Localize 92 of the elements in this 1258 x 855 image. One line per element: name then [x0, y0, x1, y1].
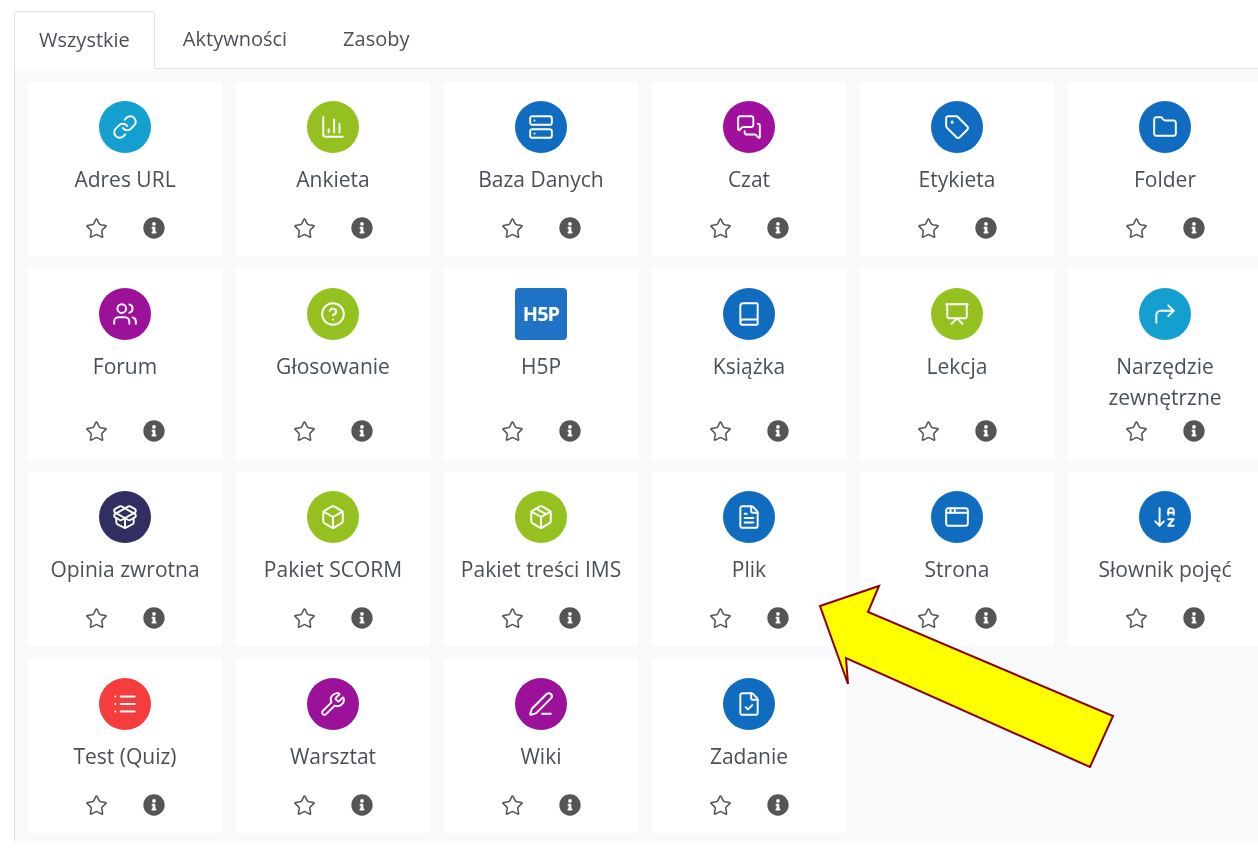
activity-card[interactable]: Plik: [652, 472, 846, 646]
activity-card[interactable]: Test (Quiz): [28, 659, 222, 833]
info-button[interactable]: [766, 606, 790, 630]
activity-card[interactable]: Forum: [28, 269, 222, 459]
star-button[interactable]: [1124, 419, 1148, 443]
tab[interactable]: Aktywności: [154, 10, 316, 68]
activity-card[interactable]: Adres URL: [28, 82, 222, 256]
info-button[interactable]: [974, 606, 998, 630]
star-button[interactable]: [916, 606, 940, 630]
star-button[interactable]: [708, 419, 732, 443]
info-button[interactable]: [974, 216, 998, 240]
star-button[interactable]: [916, 419, 940, 443]
activity-card[interactable]: Opinia zwrotna: [28, 472, 222, 646]
activity-name: Lekcja: [925, 351, 989, 382]
activity-name: H5P: [519, 351, 563, 382]
activity-name: Etykieta: [917, 164, 997, 195]
activity-name: Plik: [730, 554, 768, 585]
star-button[interactable]: [84, 606, 108, 630]
star-button[interactable]: [84, 216, 108, 240]
info-button[interactable]: [350, 606, 374, 630]
star-button[interactable]: [708, 793, 732, 817]
activity-name: Folder: [1133, 164, 1197, 195]
star-button[interactable]: [500, 419, 524, 443]
info-button[interactable]: [142, 606, 166, 630]
activity-card[interactable]: Słownik pojęć: [1068, 472, 1258, 646]
star-button[interactable]: [292, 419, 316, 443]
activity-name: Forum: [91, 351, 159, 382]
info-button[interactable]: [558, 793, 582, 817]
info-button[interactable]: [350, 419, 374, 443]
activity-name: Ankieta: [295, 164, 371, 195]
activity-name: Test (Quiz): [72, 741, 178, 772]
activity-card[interactable]: Wiki: [444, 659, 638, 833]
activity-card[interactable]: Pakiet SCORM: [236, 472, 430, 646]
activity-name: Narzędzie zewnętrzne: [1107, 351, 1223, 413]
h5p-logo: H5P: [515, 288, 567, 340]
star-button[interactable]: [84, 793, 108, 817]
star-button[interactable]: [1124, 606, 1148, 630]
activity-card[interactable]: Zadanie: [652, 659, 846, 833]
info-button[interactable]: [558, 419, 582, 443]
star-button[interactable]: [292, 606, 316, 630]
activity-card[interactable]: Pakiet treści IMS: [444, 472, 638, 646]
info-button[interactable]: [974, 419, 998, 443]
activity-card[interactable]: Ankieta: [236, 82, 430, 256]
activity-card[interactable]: Lekcja: [860, 269, 1054, 459]
activity-card[interactable]: Warsztat: [236, 659, 430, 833]
info-button[interactable]: [350, 216, 374, 240]
activity-name: Opinia zwrotna: [49, 554, 201, 585]
info-button[interactable]: [1182, 216, 1206, 240]
star-button[interactable]: [84, 419, 108, 443]
star-button[interactable]: [500, 793, 524, 817]
activity-card[interactable]: Baza Danych: [444, 82, 638, 256]
activity-name: Strona: [923, 554, 991, 585]
activity-name: Książka: [711, 351, 787, 382]
activity-name: Słownik pojęć: [1097, 554, 1233, 585]
info-button[interactable]: [142, 419, 166, 443]
activity-card[interactable]: Folder: [1068, 82, 1258, 256]
activity-name: Baza Danych: [477, 164, 605, 195]
activity-name: Wiki: [519, 741, 563, 772]
activity-card[interactable]: Książka: [652, 269, 846, 459]
star-button[interactable]: [916, 216, 940, 240]
star-button[interactable]: [1124, 216, 1148, 240]
info-button[interactable]: [558, 216, 582, 240]
info-button[interactable]: [1182, 606, 1206, 630]
activity-card[interactable]: Czat: [652, 82, 846, 256]
info-button[interactable]: [766, 419, 790, 443]
activity-card[interactable]: Etykieta: [860, 82, 1054, 256]
info-button[interactable]: [1182, 419, 1206, 443]
activity-card[interactable]: Głosowanie: [236, 269, 430, 459]
activity-card[interactable]: Narzędzie zewnętrzne: [1068, 269, 1258, 459]
star-button[interactable]: [708, 216, 732, 240]
activity-card[interactable]: Strona: [860, 472, 1054, 646]
star-button[interactable]: [500, 606, 524, 630]
info-button[interactable]: [350, 793, 374, 817]
activity-name: Głosowanie: [275, 351, 391, 382]
star-button[interactable]: [292, 216, 316, 240]
tab[interactable]: Zasoby: [315, 10, 438, 68]
activity-card[interactable]: H5P H5P: [444, 269, 638, 459]
activity-name: Adres URL: [73, 164, 177, 195]
info-button[interactable]: [142, 793, 166, 817]
activity-name: Czat: [726, 164, 772, 195]
star-button[interactable]: [500, 216, 524, 240]
activity-name: Pakiet SCORM: [262, 554, 404, 585]
activity-name: Pakiet treści IMS: [459, 554, 623, 585]
star-button[interactable]: [708, 606, 732, 630]
tab[interactable]: Wszystkie: [14, 11, 155, 69]
info-button[interactable]: [766, 793, 790, 817]
star-button[interactable]: [292, 793, 316, 817]
activity-name: Zadanie: [708, 741, 790, 772]
info-button[interactable]: [766, 216, 790, 240]
activity-name: Warsztat: [288, 741, 378, 772]
info-button[interactable]: [142, 216, 166, 240]
info-button[interactable]: [558, 606, 582, 630]
